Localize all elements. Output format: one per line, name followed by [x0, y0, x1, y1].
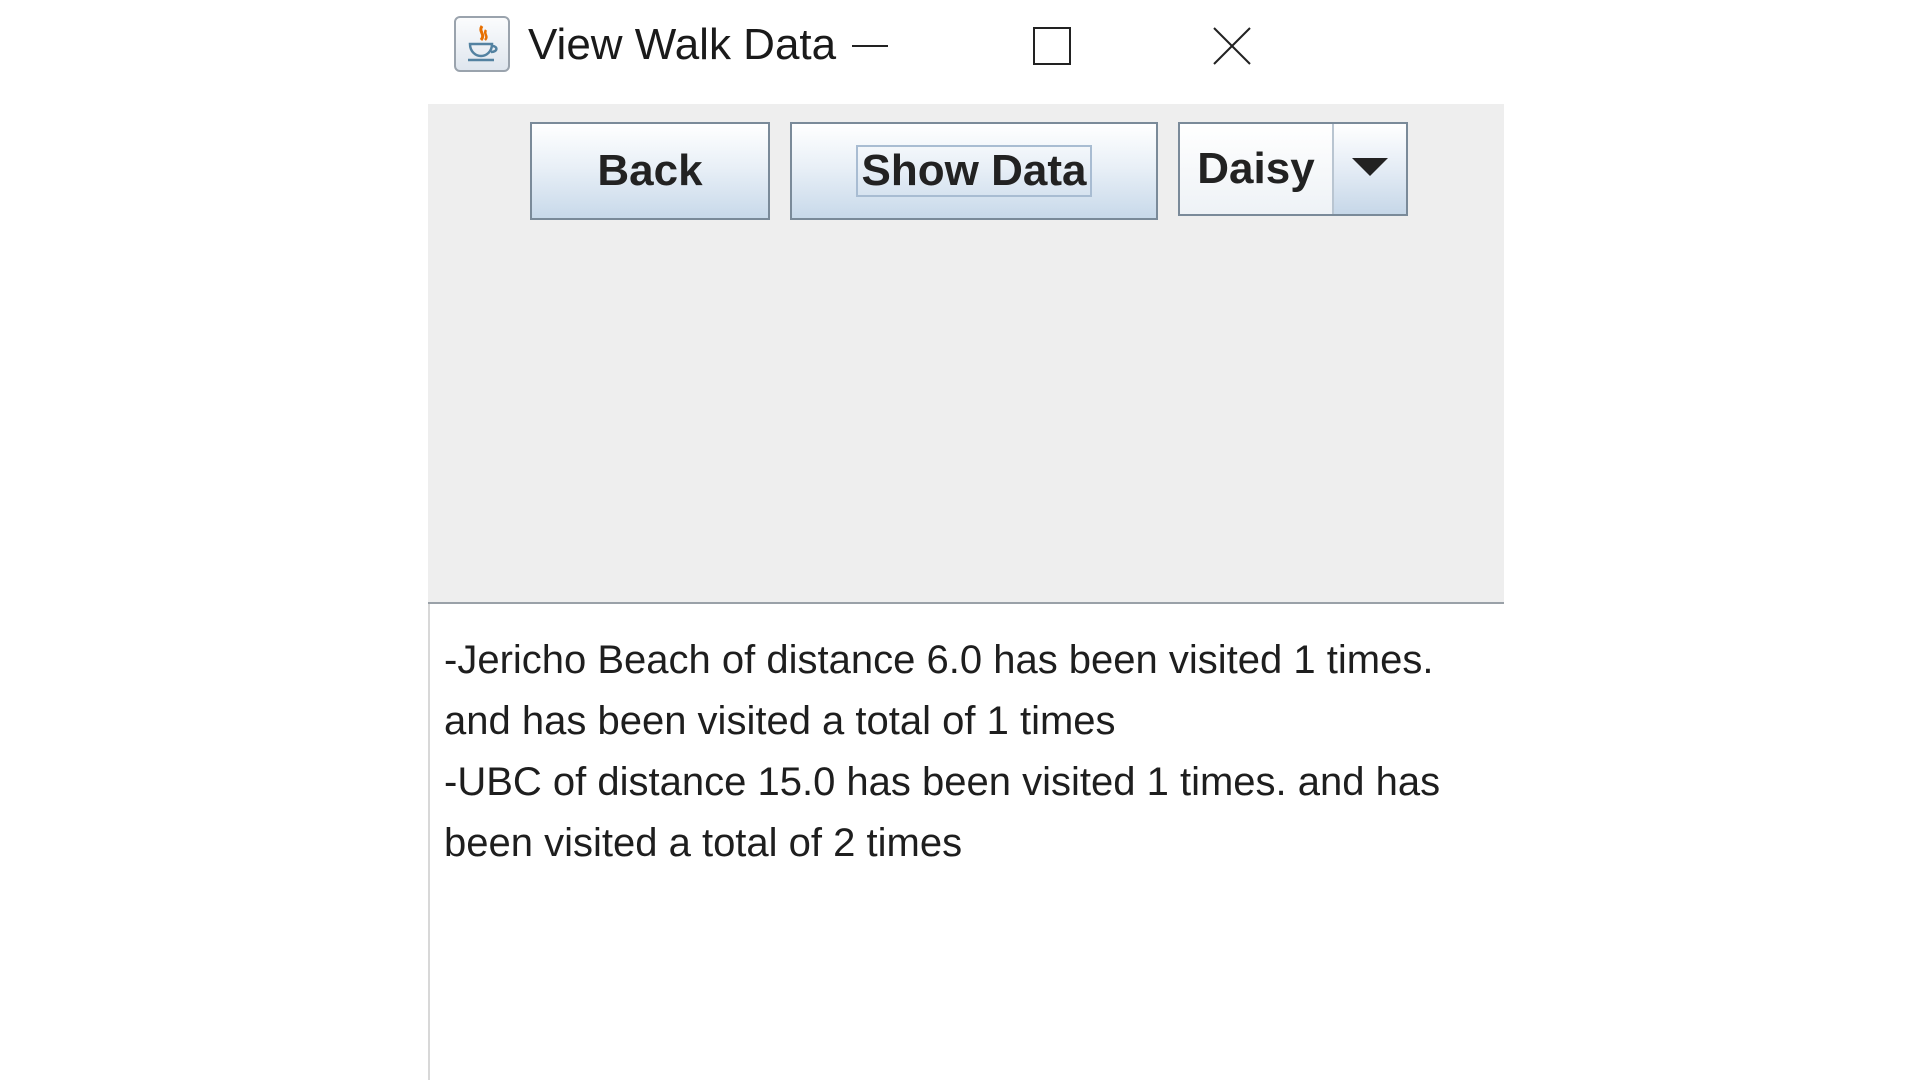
- back-button-label: Back: [597, 146, 703, 195]
- walk-data-output[interactable]: -Jericho Beach of distance 6.0 has been …: [428, 604, 1504, 1080]
- java-icon: [454, 16, 510, 72]
- close-icon: [1213, 27, 1251, 65]
- minimize-icon: [852, 45, 888, 47]
- window-title: View Walk Data: [528, 20, 837, 69]
- chevron-down-icon: [1352, 158, 1388, 176]
- back-button[interactable]: Back: [530, 122, 770, 220]
- maximize-icon: [1033, 27, 1071, 65]
- minimize-button[interactable]: [830, 14, 910, 78]
- show-data-button[interactable]: Show Data: [790, 122, 1158, 220]
- title-bar[interactable]: View Walk Data: [428, 0, 1504, 104]
- maximize-button[interactable]: [1012, 14, 1092, 78]
- walker-select-value: Daisy: [1180, 124, 1334, 214]
- view-walk-data-window: View Walk Data Back Show Data Daisy -Jer…: [428, 0, 1504, 1080]
- show-data-button-label: Show Data: [855, 145, 1093, 197]
- control-panel: Back Show Data Daisy: [428, 104, 1504, 604]
- walker-select-arrow-button[interactable]: [1334, 124, 1406, 214]
- close-button[interactable]: [1192, 14, 1272, 78]
- walker-select[interactable]: Daisy: [1178, 122, 1408, 216]
